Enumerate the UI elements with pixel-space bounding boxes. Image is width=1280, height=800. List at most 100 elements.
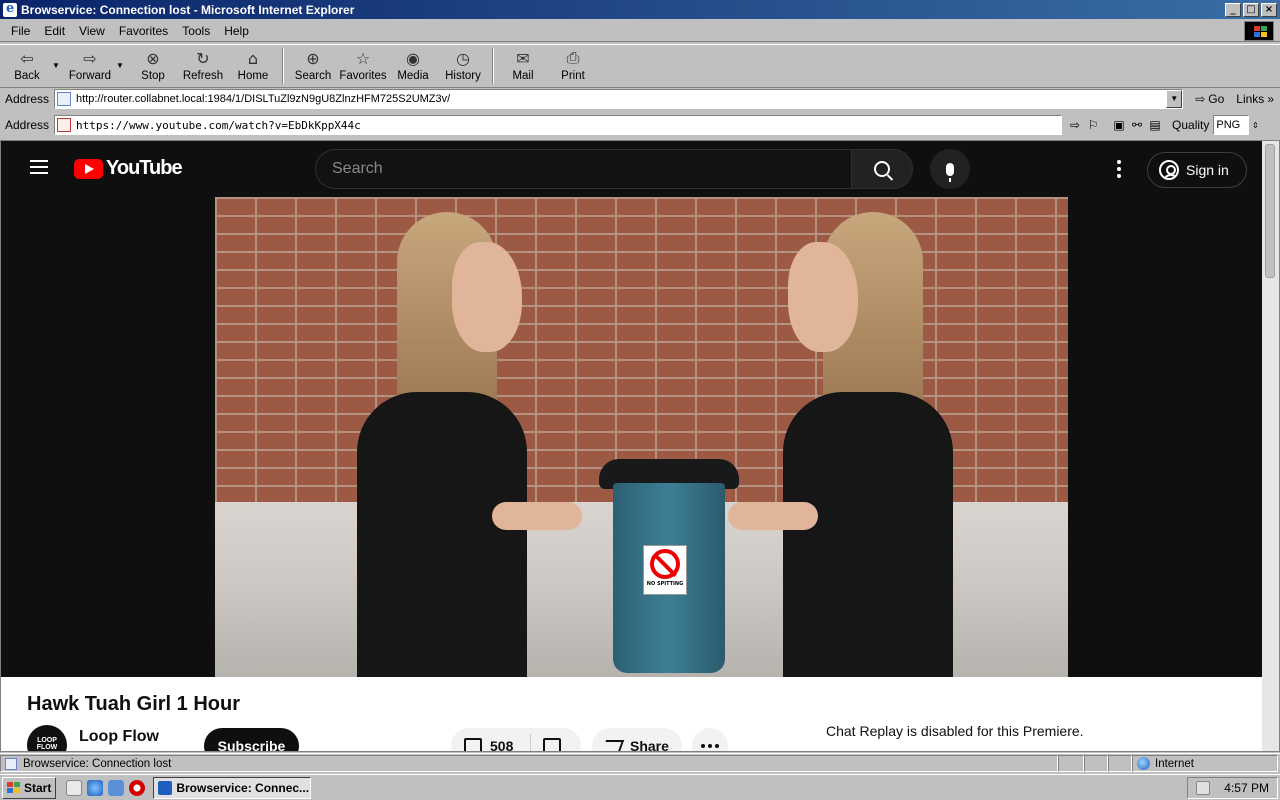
youtube-logo-text: YouTube	[106, 157, 183, 179]
sign-text: NO SPITTING	[646, 581, 684, 587]
voice-search-button[interactable]	[930, 149, 970, 189]
channel-avatar-text: LOOP FLOW	[36, 737, 58, 751]
youtube-header: YouTube Search Sign in	[1, 141, 1263, 197]
system-tray: 4:57 PM	[1187, 776, 1278, 799]
search-globe-icon: ⊕	[306, 48, 320, 68]
channel-avatar[interactable]: LOOP FLOW	[27, 725, 67, 751]
quality-select[interactable]: PNG	[1213, 115, 1250, 135]
youtube-logo[interactable]: YouTube	[74, 157, 183, 180]
video-frame[interactable]: NO SPITTING	[215, 197, 1068, 677]
title-bar: Browservice: Connection lost - Microsoft…	[0, 0, 1280, 19]
menu-view[interactable]: View	[72, 24, 112, 38]
vertical-scrollbar[interactable]	[1262, 141, 1279, 751]
print-button[interactable]: ⎙ Print	[548, 45, 598, 82]
bookmark-icon[interactable]: ⚐	[1084, 116, 1102, 134]
close-button[interactable]: ×	[1261, 2, 1277, 17]
stop-button[interactable]: ⊗ Stop	[128, 45, 178, 83]
maximize-button[interactable]: □	[1243, 2, 1259, 17]
share-label: Share	[630, 738, 669, 752]
menu-file[interactable]: File	[4, 24, 37, 38]
internet-explorer-icon[interactable]	[87, 779, 104, 796]
taskbar-window-ie[interactable]: Browservice: Connec...	[153, 776, 312, 799]
back-dropdown-icon[interactable]: ▼	[52, 45, 64, 70]
channel-name[interactable]: Loop Flow	[79, 728, 159, 746]
video-title: Hawk Tuah Girl 1 Hour	[27, 693, 240, 715]
search-input[interactable]: Search	[315, 149, 852, 189]
menu-hamburger-icon[interactable]	[30, 160, 48, 174]
menu-tools[interactable]: Tools	[175, 24, 217, 38]
like-button[interactable]: 508	[451, 734, 531, 751]
web-viewport[interactable]: YouTube Search Sign in NO SPITTING Hawk …	[0, 140, 1280, 752]
outlook-express-icon[interactable]	[108, 779, 125, 796]
zone-text: Internet	[1155, 757, 1194, 770]
mail-icon: ✉	[516, 48, 530, 68]
network-tray-icon[interactable]	[1196, 780, 1211, 795]
scrollbar-thumb[interactable]	[1265, 144, 1275, 278]
ie-address-input[interactable]: http://router.collabnet.local:1984/1/DIS…	[54, 89, 1184, 109]
more-actions-button[interactable]	[692, 728, 728, 751]
quick-launch	[66, 779, 146, 796]
standard-toolbar: ⇦ Back ▼ ⇨ Forward ▼ ⊗ Stop ↻ Refresh ⌂ …	[0, 44, 1280, 88]
start-label: Start	[24, 780, 52, 795]
chat-replay-notice: Chat Replay is disabled for this Premier…	[826, 723, 1084, 739]
no-spitting-sign: NO SPITTING	[643, 545, 687, 595]
paste-icon[interactable]: ▤	[1146, 116, 1164, 134]
search-placeholder: Search	[332, 160, 383, 177]
printer-icon: ⎙	[566, 48, 580, 67]
home-label: Home	[237, 70, 269, 82]
favorites-button[interactable]: ☆ Favorites	[338, 45, 388, 83]
back-button[interactable]: ⇦ Back	[2, 45, 52, 83]
video-player[interactable]: NO SPITTING	[1, 197, 1263, 677]
dislike-button[interactable]	[531, 738, 561, 751]
menu-favorites[interactable]: Favorites	[112, 24, 175, 38]
minimize-button[interactable]: _	[1225, 2, 1241, 17]
go-button[interactable]: ⇨ Go	[1189, 92, 1230, 106]
stop-icon: ⊗	[146, 48, 160, 68]
links-button[interactable]: Links »	[1230, 92, 1280, 106]
media-button[interactable]: ◉ Media	[388, 45, 438, 83]
mail-button[interactable]: ✉ Mail	[498, 45, 548, 83]
start-button[interactable]: Start	[2, 776, 57, 799]
clipboard-icon[interactable]: ▣	[1110, 116, 1128, 134]
clock[interactable]: 4:57 PM	[1224, 781, 1269, 795]
back-arrow-icon: ⇦	[20, 48, 34, 68]
forward-dropdown-icon[interactable]: ▼	[116, 45, 128, 70]
person-right	[728, 212, 953, 677]
status-pane	[1084, 755, 1108, 772]
settings-more-icon[interactable]	[1117, 160, 1121, 178]
search-button[interactable]: ⊕ Search	[288, 45, 338, 83]
history-button[interactable]: ◷ History	[438, 45, 488, 83]
print-label: Print	[561, 70, 585, 82]
menu-help[interactable]: Help	[217, 24, 256, 38]
forward-arrow-icon: ⇨	[83, 48, 97, 68]
thumbs-up-icon	[464, 738, 482, 751]
favorites-label: Favorites	[339, 70, 387, 82]
bs-address-input[interactable]: https://www.youtube.com/watch?v=EbDkKppX…	[54, 115, 1063, 135]
subscribe-label: Subscribe	[217, 738, 286, 752]
sign-in-button[interactable]: Sign in	[1147, 152, 1247, 188]
quality-spinner-icon[interactable]: ⇕	[1249, 116, 1261, 134]
share-button[interactable]: Share	[592, 728, 682, 752]
navigate-arrow-icon[interactable]: ⇨	[1066, 116, 1084, 134]
find-binoculars-icon[interactable]: ⚯	[1128, 116, 1146, 134]
trash-bin: NO SPITTING	[599, 459, 739, 677]
subscribe-button[interactable]: Subscribe	[204, 728, 299, 752]
forward-button[interactable]: ⇨ Forward	[64, 45, 116, 83]
refresh-button[interactable]: ↻ Refresh	[178, 45, 228, 83]
go-arrow-icon: ⇨	[1195, 92, 1206, 106]
home-button[interactable]: ⌂ Home	[228, 45, 278, 83]
opera-icon[interactable]	[129, 779, 146, 796]
address-dropdown-icon[interactable]: ▼	[1166, 90, 1183, 108]
youtube-play-icon	[74, 158, 103, 179]
show-desktop-icon[interactable]	[66, 779, 83, 796]
page-status-icon	[5, 757, 17, 770]
search-label: Search	[294, 70, 332, 82]
status-pane	[1058, 755, 1084, 772]
ie-address-bar: Address http://router.collabnet.local:19…	[0, 87, 1280, 111]
search-submit-button[interactable]	[851, 149, 913, 189]
menu-edit[interactable]: Edit	[37, 24, 72, 38]
go-label: Go	[1208, 92, 1225, 106]
ie-task-icon	[158, 780, 173, 795]
history-label: History	[445, 70, 481, 82]
refresh-icon: ↻	[196, 48, 210, 68]
